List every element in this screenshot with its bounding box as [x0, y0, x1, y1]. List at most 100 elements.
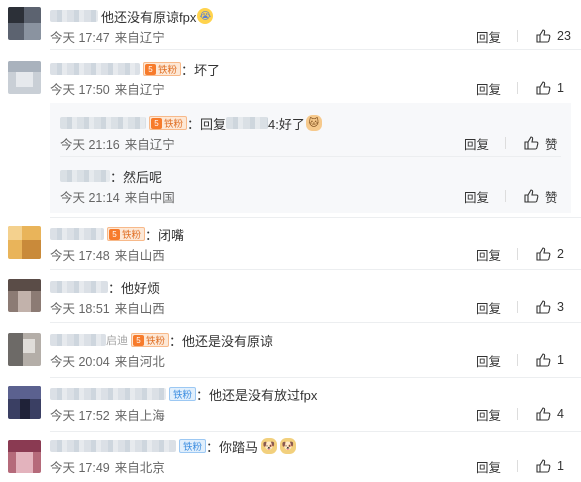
fan-badge: 5 铁粉: [131, 333, 170, 347]
comment-text: ：他好烦: [108, 280, 161, 296]
like-count: 4: [557, 407, 564, 421]
fan-badge: 5 铁粉: [143, 62, 182, 76]
reply-button[interactable]: 回复: [476, 351, 501, 370]
username-blurred[interactable]: [60, 117, 146, 129]
reply-button[interactable]: 回复: [476, 245, 501, 264]
like-count: 3: [557, 300, 564, 314]
thumbs-up-icon: [536, 81, 551, 95]
avatar[interactable]: [8, 386, 41, 419]
divider: [517, 354, 518, 366]
divider: [50, 377, 581, 378]
username-blurred[interactable]: [50, 388, 166, 400]
thumbs-up-icon: [536, 29, 551, 43]
comment-location: 来自辽宁: [114, 82, 165, 97]
divider: [50, 217, 581, 218]
like-button[interactable]: 1: [536, 81, 571, 95]
username-blurred[interactable]: [50, 440, 176, 452]
comment-text: ：闭嘴: [145, 227, 185, 243]
like-count: 1: [557, 353, 564, 367]
comment-text: ：你踏马: [206, 439, 259, 455]
reply-button[interactable]: 回复: [464, 134, 489, 153]
like-count: 2: [557, 247, 564, 261]
like-label: 赞: [545, 190, 558, 205]
divider: [517, 30, 518, 42]
divider: [60, 156, 561, 157]
reply-header: 5 铁粉 ：回复 4:好了 🐱: [60, 114, 322, 132]
avatar[interactable]: [8, 333, 41, 366]
comment-text: ：坏了: [181, 62, 221, 78]
comment-item: 他还没有原谅fpx 😭 今天 17:47 来自辽宁 回复 23: [0, 0, 581, 50]
reply-button[interactable]: 回复: [476, 79, 501, 98]
like-label: 赞: [545, 137, 558, 152]
reply-list: 5 铁粉 ：回复 4:好了 🐱 今天 21:16 来自辽宁 回复 赞 ：然后呢 今…: [50, 103, 571, 213]
like-button[interactable]: 2: [536, 247, 571, 261]
comment-meta: 今天 17:50 来自辽宁: [50, 80, 165, 97]
comment-item: 铁粉 ：他还是没有放过fpx 今天 17:52 来自上海 回复 4: [0, 380, 581, 432]
fan-badge: 5 铁粉: [107, 227, 146, 241]
comment-time: 今天 17:49: [50, 460, 110, 475]
avatar[interactable]: [8, 61, 41, 94]
thumbs-up-icon: [536, 247, 551, 261]
username-blurred[interactable]: [50, 228, 104, 240]
comment-text: ：他还是没有原谅: [169, 333, 274, 349]
crying-face-emoji-icon: 😭: [197, 8, 214, 24]
comment-time: 今天 17:48: [50, 248, 110, 263]
comment-header: ：他好烦: [50, 278, 160, 296]
username-blurred[interactable]: [50, 334, 106, 346]
comment-meta: 今天 17:48 来自山西: [50, 246, 165, 263]
reply-button[interactable]: 回复: [464, 187, 489, 206]
like-button[interactable]: 赞: [524, 134, 559, 153]
thumbs-up-icon: [524, 136, 539, 150]
comment-header: 5 铁粉 ：坏了: [50, 60, 220, 78]
like-count: 23: [557, 29, 571, 43]
avatar[interactable]: [8, 226, 41, 259]
dog-emoji-icon: 🐶: [261, 438, 278, 454]
reply-button[interactable]: 回复: [476, 298, 501, 317]
username-blurred[interactable]: [50, 10, 98, 22]
reply-time: 今天 21:16: [60, 137, 120, 152]
reply-location: 来自辽宁: [124, 137, 175, 152]
divider: [517, 460, 518, 472]
reply-text: 4:好了: [268, 116, 305, 132]
comment-item: 启迪 5 铁粉 ：他还是没有原谅 今天 20:04 来自河北 回复 1: [0, 326, 581, 378]
like-button[interactable]: 23: [536, 29, 571, 43]
username-tail[interactable]: 启迪: [106, 332, 128, 348]
reply-button[interactable]: 回复: [476, 27, 501, 46]
comment-item: ：他好烦 今天 18:51 来自山西 回复 3: [0, 273, 581, 323]
cat-emoji-icon: 🐱: [305, 115, 322, 131]
like-button[interactable]: 1: [536, 459, 571, 473]
comment-location: 来自山西: [114, 248, 165, 263]
like-button[interactable]: 赞: [524, 187, 559, 206]
like-button[interactable]: 3: [536, 300, 571, 314]
comment-item: 5 铁粉 ：闭嘴 今天 17:48 来自山西 回复 2: [0, 220, 581, 270]
like-button[interactable]: 1: [536, 353, 571, 367]
comment-text: 他还没有原谅fpx: [101, 9, 197, 25]
divider: [517, 248, 518, 260]
reply-prefix: ：回复: [187, 116, 227, 132]
thumbs-up-icon: [524, 189, 539, 203]
divider: [517, 408, 518, 420]
divider: [50, 322, 581, 323]
divider: [517, 82, 518, 94]
comment-location: 来自上海: [114, 408, 165, 423]
reply-time: 今天 21:14: [60, 190, 120, 205]
username-blurred[interactable]: [60, 170, 110, 182]
comment-time: 今天 17:47: [50, 30, 110, 45]
reply-location: 来自中国: [124, 190, 175, 205]
reply-button[interactable]: 回复: [476, 457, 501, 476]
comment-meta: 今天 17:52 来自上海: [50, 406, 165, 423]
avatar[interactable]: [8, 279, 41, 312]
divider: [50, 431, 581, 432]
username-blurred[interactable]: [50, 63, 140, 75]
username-blurred[interactable]: [50, 281, 108, 293]
comment-meta: 今天 18:51 来自山西: [50, 299, 165, 316]
divider: [505, 190, 506, 202]
thumbs-up-icon: [536, 459, 551, 473]
avatar[interactable]: [8, 7, 41, 40]
comment-header: 5 铁粉 ：闭嘴: [50, 225, 184, 243]
mentioned-user-blurred[interactable]: [226, 117, 269, 129]
fan-badge: 铁粉: [169, 387, 197, 401]
reply-button[interactable]: 回复: [476, 405, 501, 424]
like-button[interactable]: 4: [536, 407, 571, 421]
avatar[interactable]: [8, 440, 41, 473]
